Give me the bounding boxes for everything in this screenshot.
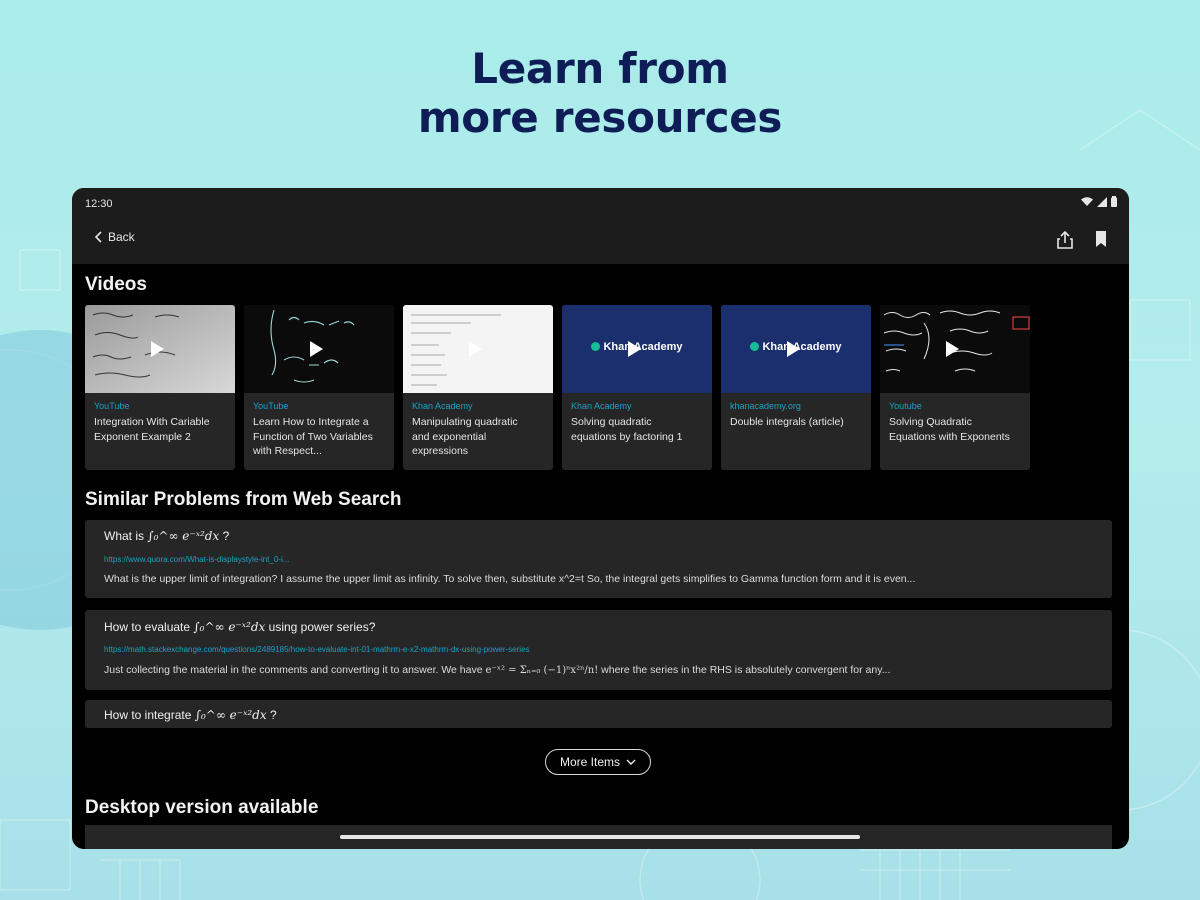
app-bar: Back: [72, 218, 1129, 264]
video-source: Khan Academy: [571, 401, 632, 411]
bookmark-button[interactable]: [1095, 230, 1107, 253]
status-time: 12:30: [85, 198, 113, 210]
video-thumbnail: Khan Academy: [721, 305, 871, 393]
video-thumbnail: [403, 305, 553, 393]
battery-icon: [1111, 196, 1117, 207]
video-card[interactable]: Youtube Solving Quadratic Equations with…: [880, 305, 1030, 470]
video-source: Youtube: [889, 401, 922, 411]
play-icon: [310, 341, 323, 357]
back-label: Back: [108, 230, 135, 244]
more-items-label: More Items: [559, 755, 620, 769]
video-thumbnail: [880, 305, 1030, 393]
video-thumbnail: [85, 305, 235, 393]
desktop-version-heading: Desktop version available: [85, 797, 319, 818]
share-icon: [1057, 230, 1073, 249]
similar-problem-card[interactable]: How to integrate ∫₀^∞ e⁻ˣ²dx ?: [85, 700, 1112, 728]
video-title: Solving Quadratic Equations with Exponen…: [889, 416, 1010, 443]
video-thumbnail: [244, 305, 394, 393]
video-card[interactable]: Khan Academy Khan Academy Solving quadra…: [562, 305, 712, 470]
headline-line-2: more resources: [417, 93, 783, 142]
problem-question: What is ∫₀^∞ e⁻ˣ²dx ?: [104, 529, 230, 543]
videos-carousel[interactable]: YouTube Integration With Cariable Expone…: [85, 305, 1030, 470]
problem-snippet: Just collecting the material in the comm…: [104, 664, 891, 676]
tablet-screen: 12:30 Back Videos YouTube Integration Wi…: [72, 188, 1129, 849]
similar-problem-card[interactable]: How to evaluate ∫₀^∞ e⁻ˣ²dx using power …: [85, 610, 1112, 690]
problem-question: How to integrate ∫₀^∞ e⁻ˣ²dx ?: [104, 708, 277, 722]
similar-problems-heading: Similar Problems from Web Search: [85, 489, 402, 510]
chevron-left-icon: [94, 231, 102, 243]
play-icon: [946, 341, 959, 357]
problem-question: How to evaluate ∫₀^∞ e⁻ˣ²dx using power …: [104, 620, 376, 634]
videos-heading: Videos: [85, 274, 147, 295]
signal-icon: [1097, 196, 1107, 207]
video-card[interactable]: YouTube Learn How to Integrate a Functio…: [244, 305, 394, 470]
video-title: Solving quadratic equations by factoring…: [571, 416, 683, 443]
home-indicator[interactable]: [340, 835, 860, 839]
problem-link[interactable]: https://math.stackexchange.com/questions…: [104, 645, 530, 654]
play-icon: [628, 341, 641, 357]
play-icon: [787, 341, 800, 357]
headline-line-1: Learn from: [471, 44, 729, 93]
video-card[interactable]: Khan Academy Manipulating quadratic and …: [403, 305, 553, 470]
video-source: khanacademy.org: [730, 401, 801, 411]
chevron-down-icon: [626, 759, 636, 765]
video-title: Integration With Cariable Exponent Examp…: [94, 416, 210, 443]
bookmark-icon: [1096, 231, 1106, 247]
share-button[interactable]: [1056, 230, 1074, 255]
video-card[interactable]: YouTube Integration With Cariable Expone…: [85, 305, 235, 470]
problem-link[interactable]: https://www.quora.com/What-is-displaysty…: [104, 555, 289, 564]
similar-problem-card[interactable]: What is ∫₀^∞ e⁻ˣ²dx ? https://www.quora.…: [85, 520, 1112, 598]
video-source: YouTube: [94, 401, 130, 411]
back-button[interactable]: Back: [94, 230, 135, 244]
video-card[interactable]: Khan Academy khanacademy.org Double inte…: [721, 305, 871, 470]
play-icon: [469, 341, 482, 357]
play-icon: [151, 341, 164, 357]
video-title: Manipulating quadratic and exponential e…: [412, 416, 518, 457]
status-bar: 12:30: [72, 188, 1129, 218]
status-icons: [1081, 196, 1117, 207]
video-title: Learn How to Integrate a Function of Two…: [253, 416, 373, 457]
video-source: Khan Academy: [412, 401, 473, 411]
video-thumbnail: Khan Academy: [562, 305, 712, 393]
video-title: Double integrals (article): [730, 416, 844, 428]
video-source: YouTube: [253, 401, 289, 411]
problem-snippet: What is the upper limit of integration? …: [104, 573, 916, 585]
wifi-icon: [1081, 196, 1093, 206]
headline: Learn from more resources: [0, 44, 1200, 142]
main-content: Videos YouTube Integration With Cariable…: [72, 264, 1129, 849]
more-items-button[interactable]: More Items: [545, 749, 651, 775]
